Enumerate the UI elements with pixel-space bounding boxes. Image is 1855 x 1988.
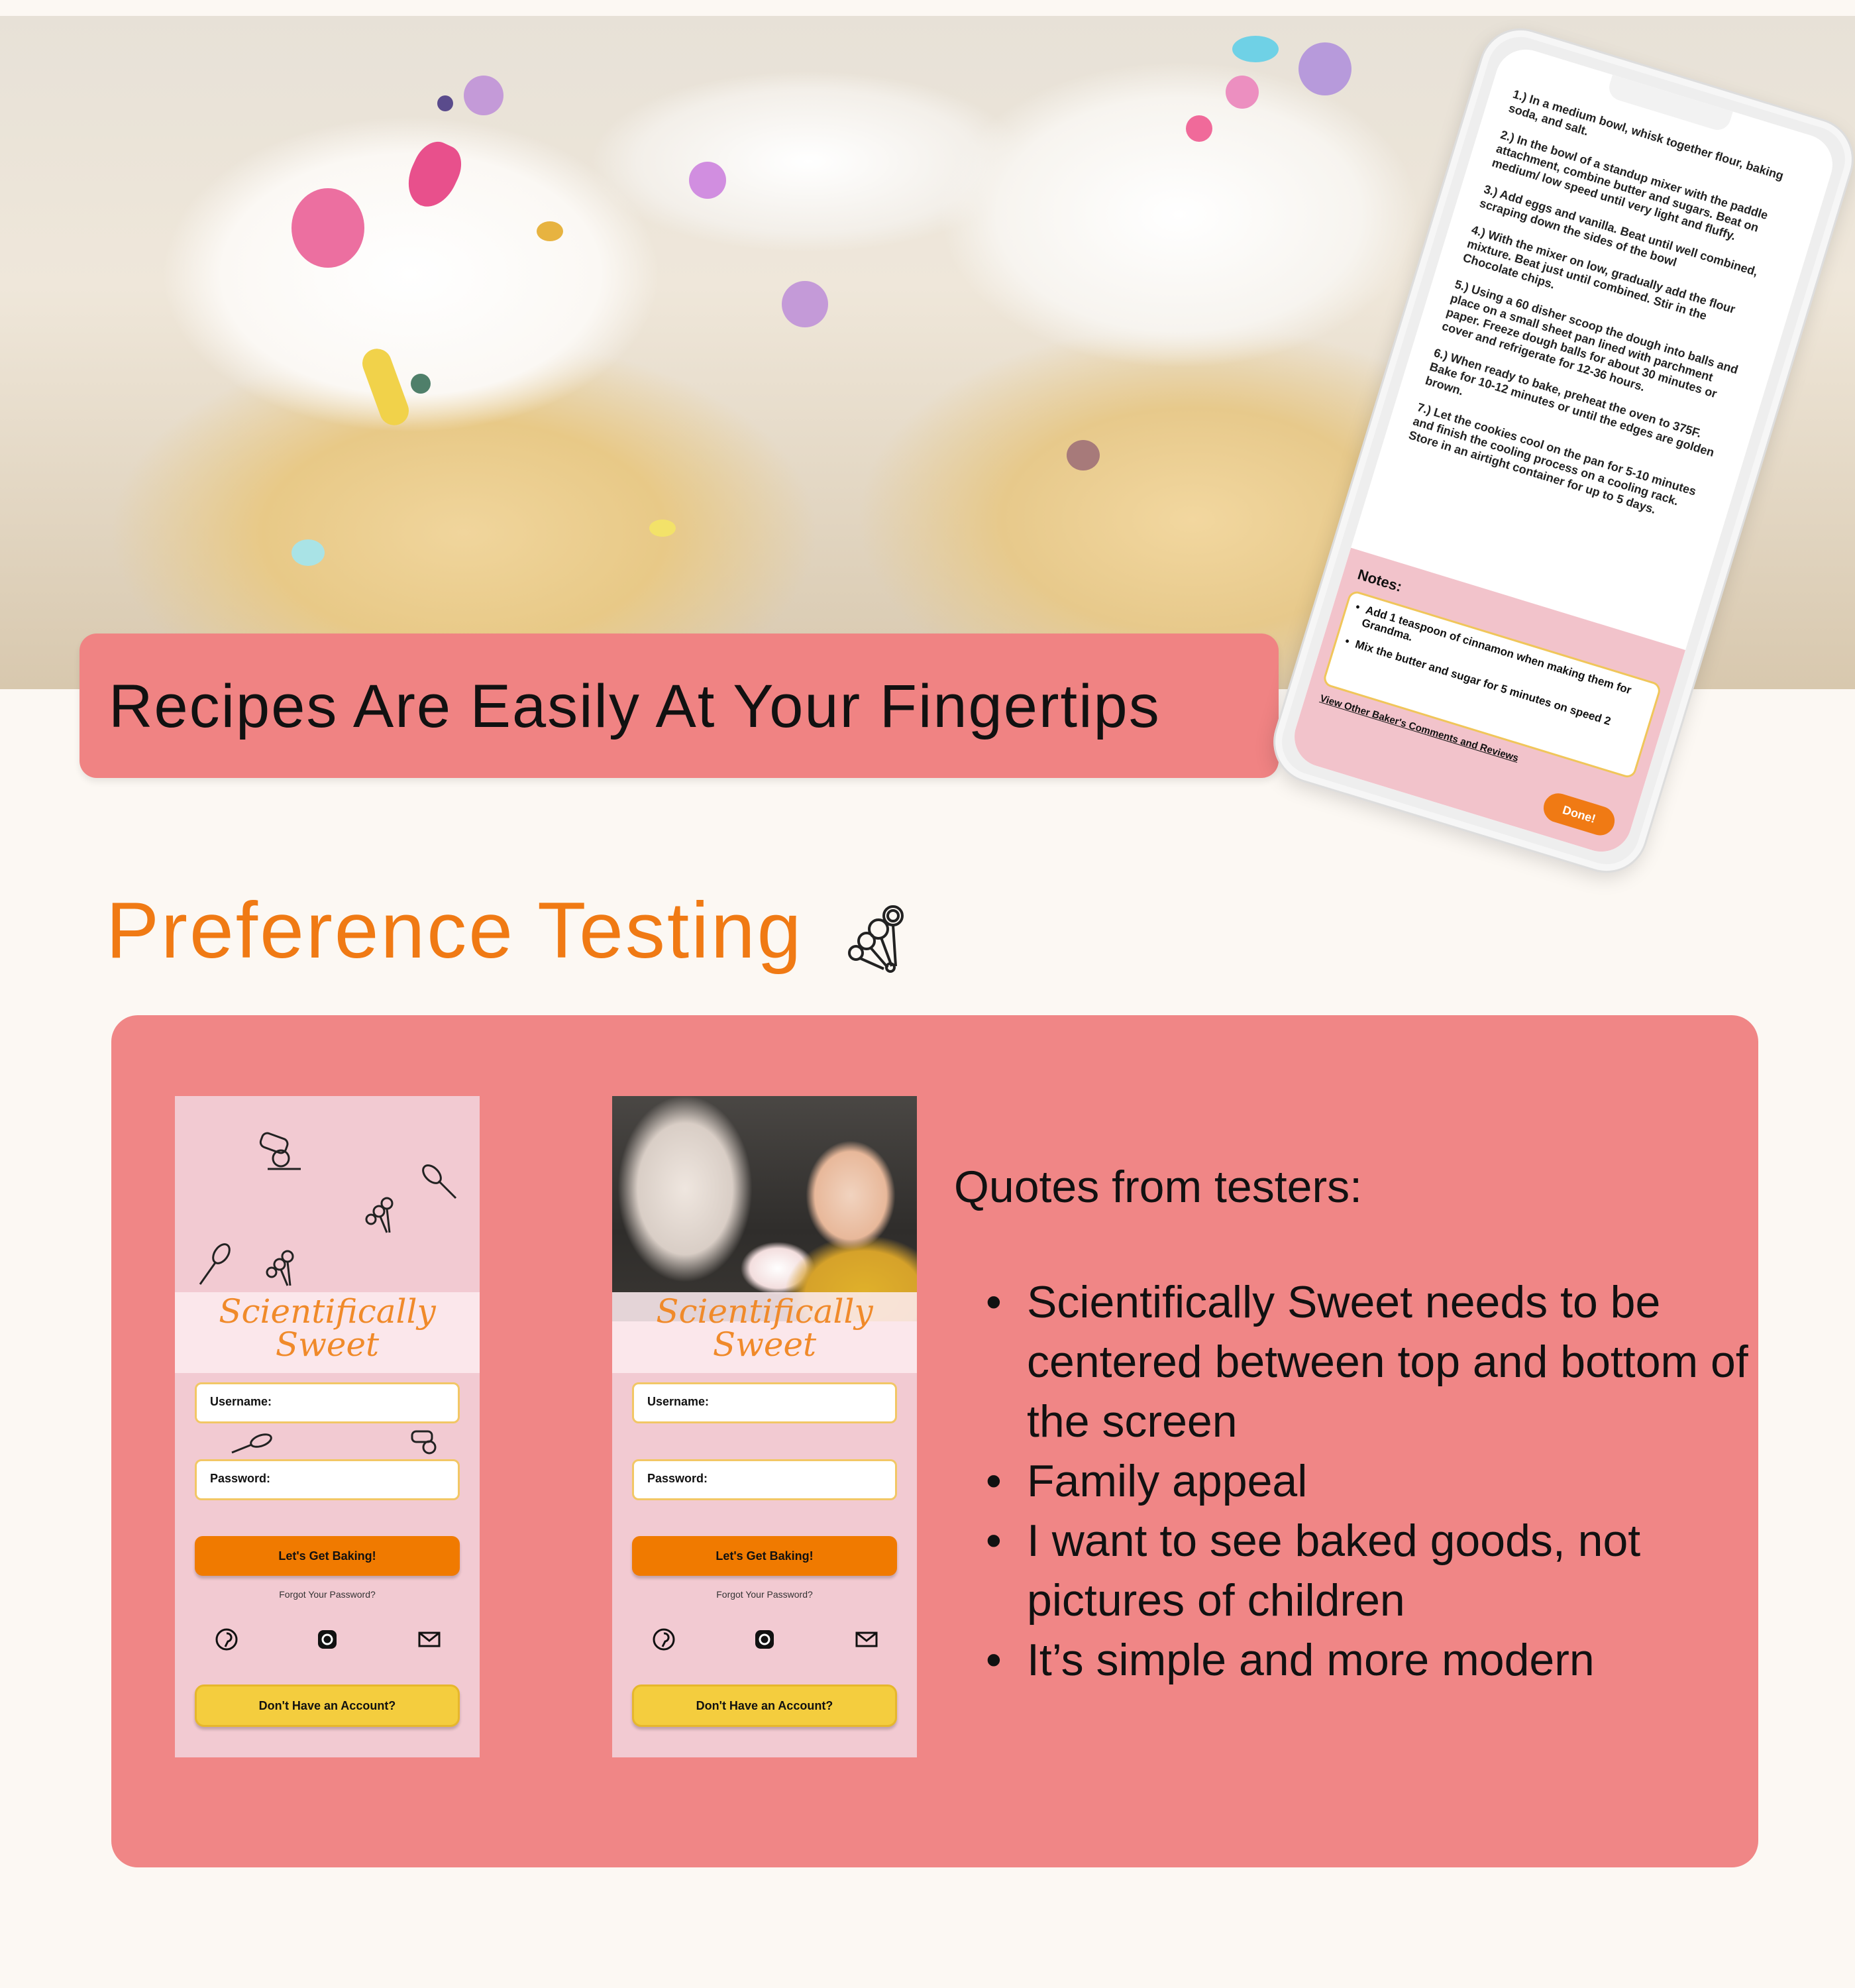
- measuring-spoons-doodle-icon: [266, 1250, 294, 1286]
- quotes-title: Quotes from testers:: [954, 1162, 1362, 1212]
- measuring-spoons-icon: [848, 905, 904, 973]
- mail-icon[interactable]: [417, 1628, 441, 1651]
- phone-screen: 1.) In a medium bowl, whisk together flo…: [1287, 42, 1840, 859]
- lets-get-baking-button[interactable]: Let's Get Baking!: [195, 1536, 460, 1576]
- password-field[interactable]: Password:: [195, 1459, 460, 1500]
- recipe-steps: 1.) In a medium bowl, whisk together flo…: [1403, 87, 1803, 542]
- create-account-button[interactable]: Don't Have an Account?: [632, 1684, 897, 1727]
- whisk-icon: [231, 1433, 272, 1454]
- login-mockup-b: Scientifically Sweet Username: Password:…: [612, 1096, 917, 1757]
- brand-line-2: Sweet: [275, 1325, 380, 1364]
- username-field[interactable]: Username:: [195, 1382, 460, 1423]
- quote-item: I want to see baked goods, not pictures …: [986, 1511, 1769, 1630]
- quote-item: It’s simple and more modern: [986, 1630, 1769, 1690]
- password-field[interactable]: Password:: [632, 1459, 897, 1500]
- whisk-icon: [199, 1243, 231, 1285]
- forgot-password-link[interactable]: Forgot Your Password?: [175, 1589, 480, 1600]
- measuring-spoons-doodle-icon: [365, 1197, 394, 1233]
- mail-icon[interactable]: [855, 1628, 878, 1651]
- brand-line-2: Sweet: [712, 1325, 817, 1364]
- brand-line-1: Scientifically: [219, 1292, 436, 1331]
- brand-logo: Scientifically Sweet: [175, 1295, 480, 1361]
- create-account-button[interactable]: Don't Have an Account?: [195, 1684, 460, 1727]
- child-baking-photo: [612, 1096, 917, 1321]
- login-mockup-a: Scientifically Sweet Username: Password:…: [175, 1096, 480, 1757]
- stand-mixer-icon: [259, 1132, 301, 1170]
- username-field[interactable]: Username:: [632, 1382, 897, 1423]
- recipes-banner: Recipes Are Easily At Your Fingertips: [80, 634, 1279, 778]
- brand-logo: Scientifically Sweet: [612, 1295, 917, 1361]
- phone-frame: 1.) In a medium bowl, whisk together flo…: [1265, 20, 1855, 881]
- pinterest-icon[interactable]: [215, 1628, 238, 1651]
- done-button[interactable]: Done!: [1540, 789, 1618, 839]
- stand-mixer-icon: [411, 1430, 437, 1455]
- brand-line-1: Scientifically: [656, 1292, 873, 1331]
- recipes-banner-text: Recipes Are Easily At Your Fingertips: [109, 673, 1161, 740]
- quote-item: Scientifically Sweet needs to be centere…: [986, 1272, 1769, 1451]
- section-title: Preference Testing: [106, 886, 804, 975]
- recipe-phone-mockup: 1.) In a medium bowl, whisk together flo…: [1265, 20, 1855, 881]
- instagram-icon[interactable]: [315, 1628, 339, 1651]
- notes-label: Notes:: [1355, 566, 1404, 595]
- pinterest-icon[interactable]: [652, 1628, 676, 1651]
- lets-get-baking-button[interactable]: Let's Get Baking!: [632, 1536, 897, 1576]
- quotes-list: Scientifically Sweet needs to be centere…: [980, 1272, 1769, 1690]
- forgot-password-link[interactable]: Forgot Your Password?: [612, 1589, 917, 1600]
- instagram-icon[interactable]: [753, 1628, 776, 1651]
- notes-section: Notes: Add 1 teaspoon of cinnamon when m…: [1287, 547, 1686, 859]
- quote-item: Family appeal: [986, 1451, 1769, 1511]
- whisk-icon: [422, 1164, 457, 1199]
